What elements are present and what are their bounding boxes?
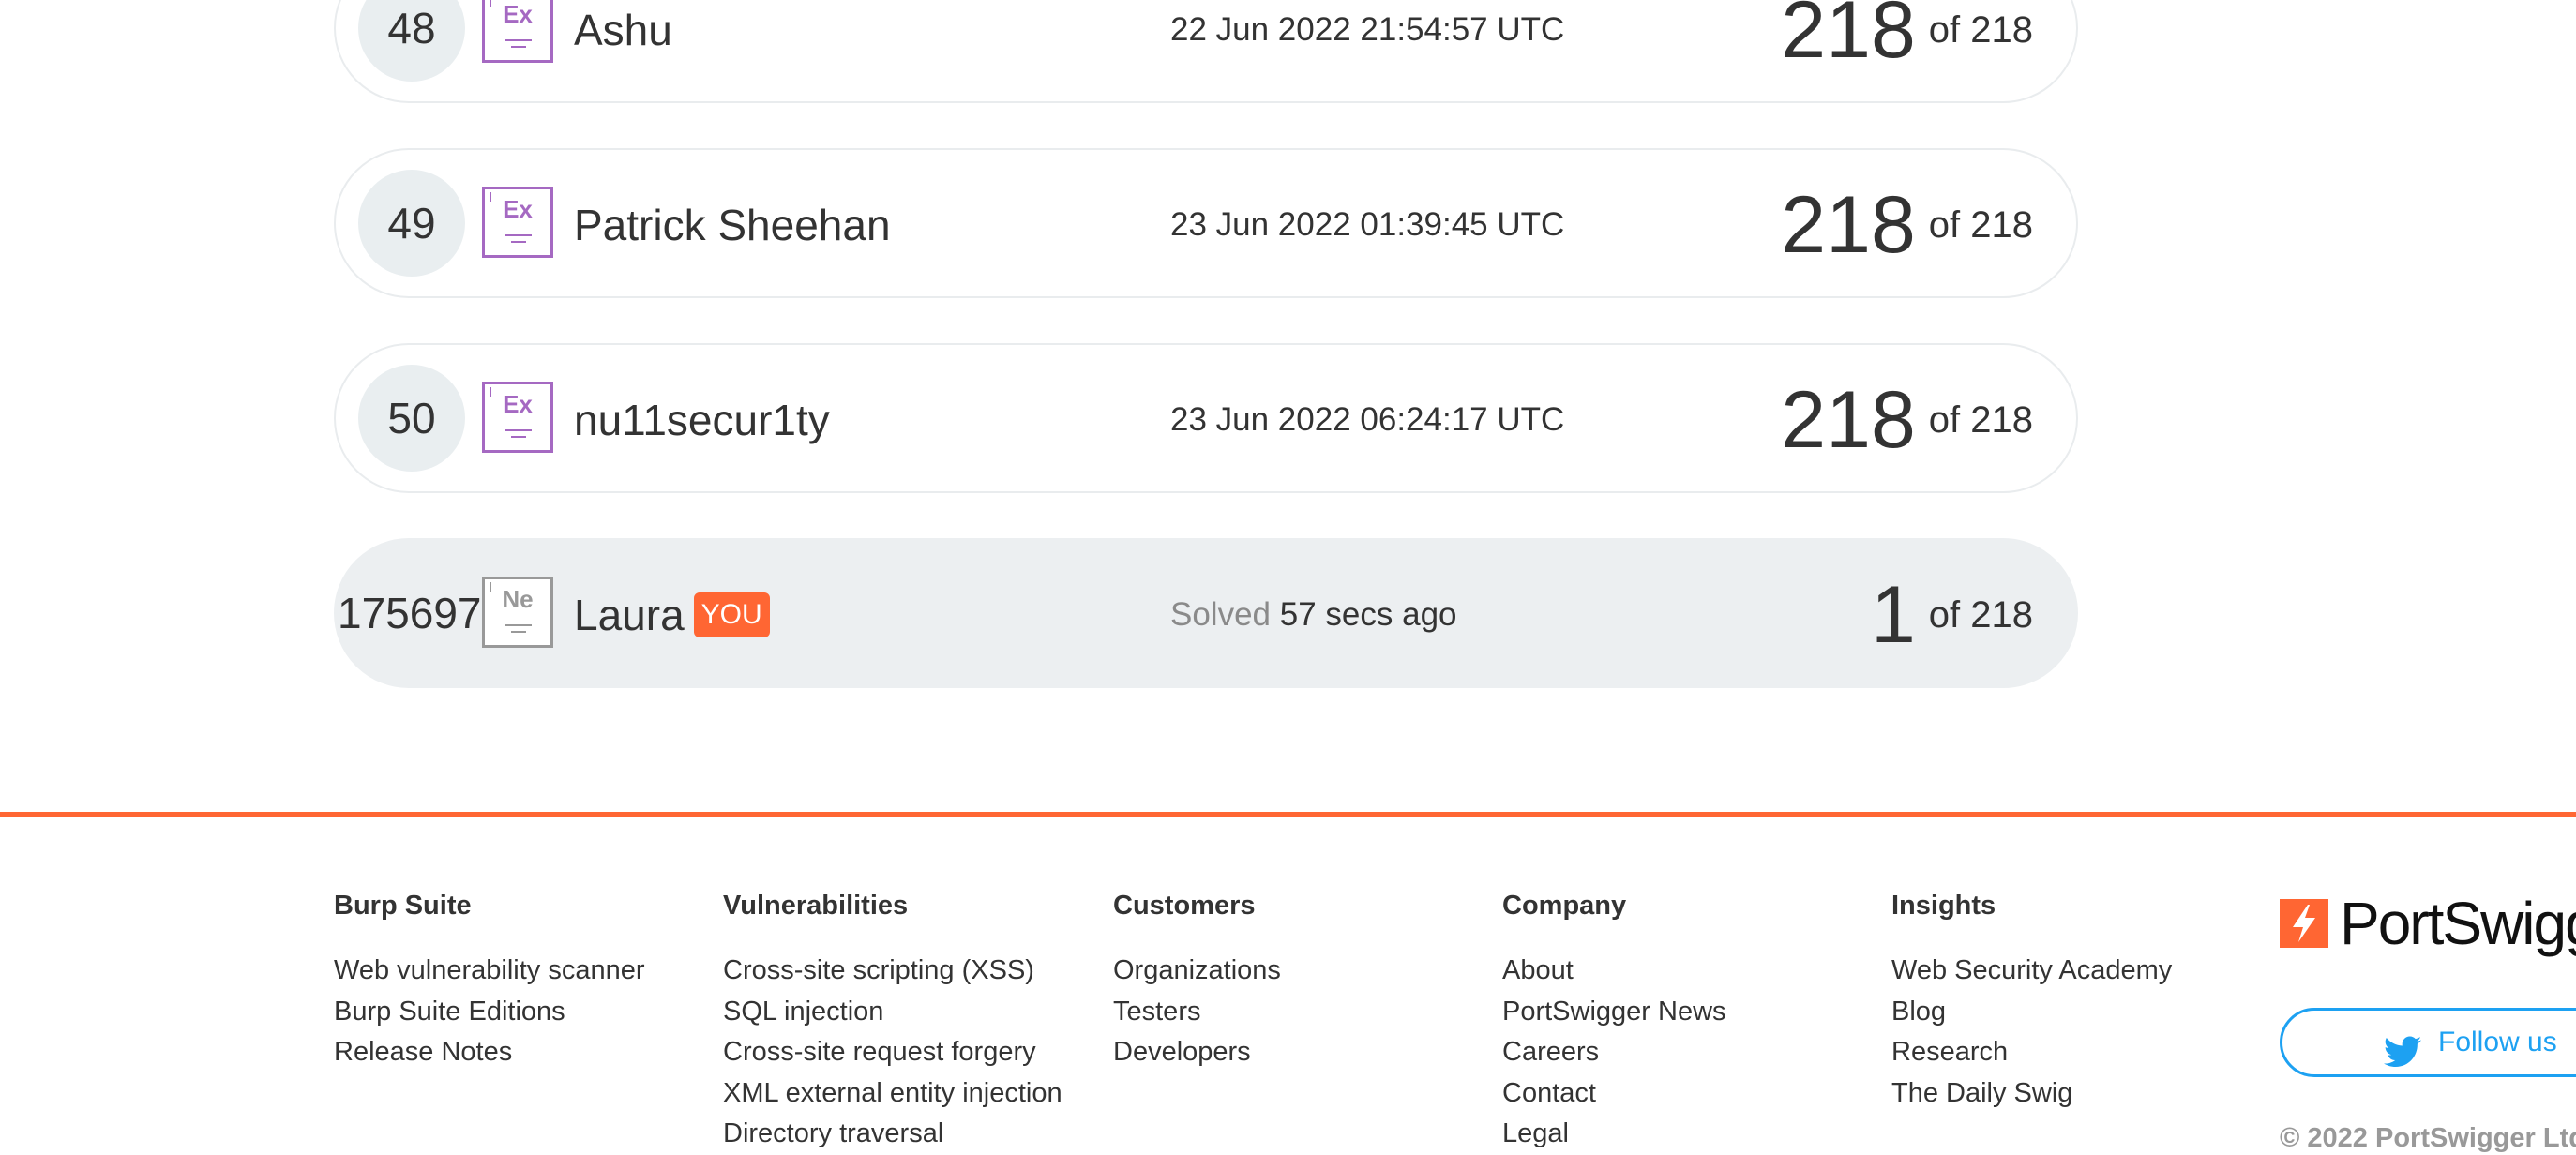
portswigger-mark-icon <box>2280 899 2328 948</box>
footer-column-burp-suite: Burp Suite Web vulnerability scanner Bur… <box>334 889 645 1073</box>
footer-link[interactable]: Developers <box>1113 1032 1281 1073</box>
score-total: of 218 <box>1928 399 2033 441</box>
follow-us-button[interactable]: Follow us <box>2280 1008 2576 1077</box>
leaderboard-row: 50 Ex nu11secur1ty 23 Jun 2022 06:24:17 … <box>334 343 2078 493</box>
portswigger-logo[interactable]: PortSwigger <box>2280 889 2576 957</box>
completion-time: 23 Jun 2022 01:39:45 UTC <box>1170 206 1565 243</box>
footer-link[interactable]: PortSwigger News <box>1502 992 1726 1033</box>
footer-heading: Company <box>1502 891 1627 921</box>
player-name[interactable]: nu11secur1ty <box>574 345 830 495</box>
completion-time: 23 Jun 2022 06:24:17 UTC <box>1170 401 1565 438</box>
player-name[interactable]: Patrick Sheehan <box>574 150 891 300</box>
rank-number: 175697 <box>338 589 482 638</box>
level-badge-icon: Ex <box>482 187 553 258</box>
footer-link[interactable]: Legal <box>1502 1114 1726 1155</box>
level-badge-icon: Ne <box>482 577 553 648</box>
score-value: 218 <box>1781 180 1916 270</box>
footer-link[interactable]: Burp Suite Editions <box>334 992 645 1033</box>
footer-link[interactable]: The Daily Swig <box>1891 1073 2172 1115</box>
follow-us-label: Follow us <box>2438 1027 2557 1058</box>
footer-link[interactable]: Careers <box>1502 1032 1726 1073</box>
leaderboard-row: 48 Ex Ashu 22 Jun 2022 21:54:57 UTC 218 o… <box>334 0 2078 103</box>
level-badge-icon: Ex <box>482 0 553 63</box>
leaderboard-row: 49 Ex Patrick Sheehan 23 Jun 2022 01:39:… <box>334 148 2078 298</box>
score-value: 1 <box>1870 570 1916 660</box>
score-total: of 218 <box>1928 594 2033 636</box>
completion-time: 22 Jun 2022 21:54:57 UTC <box>1170 11 1565 48</box>
rank-number: 48 <box>358 0 465 82</box>
footer-column-insights: Insights Web Security Academy Blog Resea… <box>1891 889 2172 1114</box>
player-name-text: Laura <box>574 591 685 639</box>
score-value: 218 <box>1781 375 1916 465</box>
footer-link[interactable]: SQL injection <box>723 992 1062 1033</box>
rank-number: 50 <box>358 365 465 472</box>
footer-link[interactable]: Cross-site scripting (XSS) <box>723 951 1062 992</box>
footer-link[interactable]: Release Notes <box>334 1032 645 1073</box>
leaderboard: 48 Ex Ashu 22 Jun 2022 21:54:57 UTC 218 o… <box>334 0 2078 733</box>
footer-heading: Customers <box>1113 891 1256 921</box>
rank-number: 49 <box>358 170 465 277</box>
player-name[interactable]: Laura YOU <box>574 540 770 690</box>
twitter-bird-icon <box>2384 1028 2421 1091</box>
you-badge: YOU <box>693 592 770 638</box>
footer-column-customers: Customers Organizations Testers Develope… <box>1113 889 1281 1073</box>
footer-link[interactable]: Web Security Academy <box>1891 951 2172 992</box>
footer-heading: Vulnerabilities <box>723 891 909 921</box>
score: 218 of 218 <box>1781 0 2033 105</box>
score-total: of 218 <box>1928 204 2033 246</box>
footer-column-company: Company About PortSwigger News Careers C… <box>1502 889 1726 1155</box>
footer-link[interactable]: Blog <box>1891 992 2172 1033</box>
current-user-row: 175697 Ne Laura YOU Solved 57 secs ago 1o… <box>334 538 2078 688</box>
footer-link[interactable]: Cross-site request forgery <box>723 1032 1062 1073</box>
footer-link[interactable]: Web vulnerability scanner <box>334 951 645 992</box>
solved-status: Solved 57 secs ago <box>1170 540 1457 690</box>
footer-link[interactable]: Testers <box>1113 992 1281 1033</box>
footer-link[interactable]: Research <box>1891 1032 2172 1073</box>
score-value: 218 <box>1781 0 1916 75</box>
footer-heading: Burp Suite <box>334 891 472 921</box>
footer-link[interactable]: XML external entity injection <box>723 1073 1062 1115</box>
score: 218 of 218 <box>1781 345 2033 495</box>
footer-heading: Insights <box>1891 891 1996 921</box>
footer-link[interactable]: Contact <box>1502 1073 1726 1115</box>
solved-ago: 57 secs ago <box>1279 596 1457 633</box>
footer-link[interactable]: Directory traversal <box>723 1114 1062 1155</box>
level-badge-icon: Ex <box>482 382 553 453</box>
footer-column-vulnerabilities: Vulnerabilities Cross-site scripting (XS… <box>723 889 1062 1155</box>
footer-divider <box>0 812 2576 817</box>
solved-label: Solved <box>1170 596 1272 633</box>
footer-link[interactable]: About <box>1502 951 1726 992</box>
score: 218 of 218 <box>1781 150 2033 300</box>
logo-wordmark: PortSwigger <box>2340 890 2576 957</box>
score: 1 of 218 <box>1871 540 2033 690</box>
score-total: of 218 <box>1928 9 2033 51</box>
player-name[interactable]: Ashu <box>574 0 672 105</box>
footer-link[interactable]: Organizations <box>1113 951 1281 992</box>
